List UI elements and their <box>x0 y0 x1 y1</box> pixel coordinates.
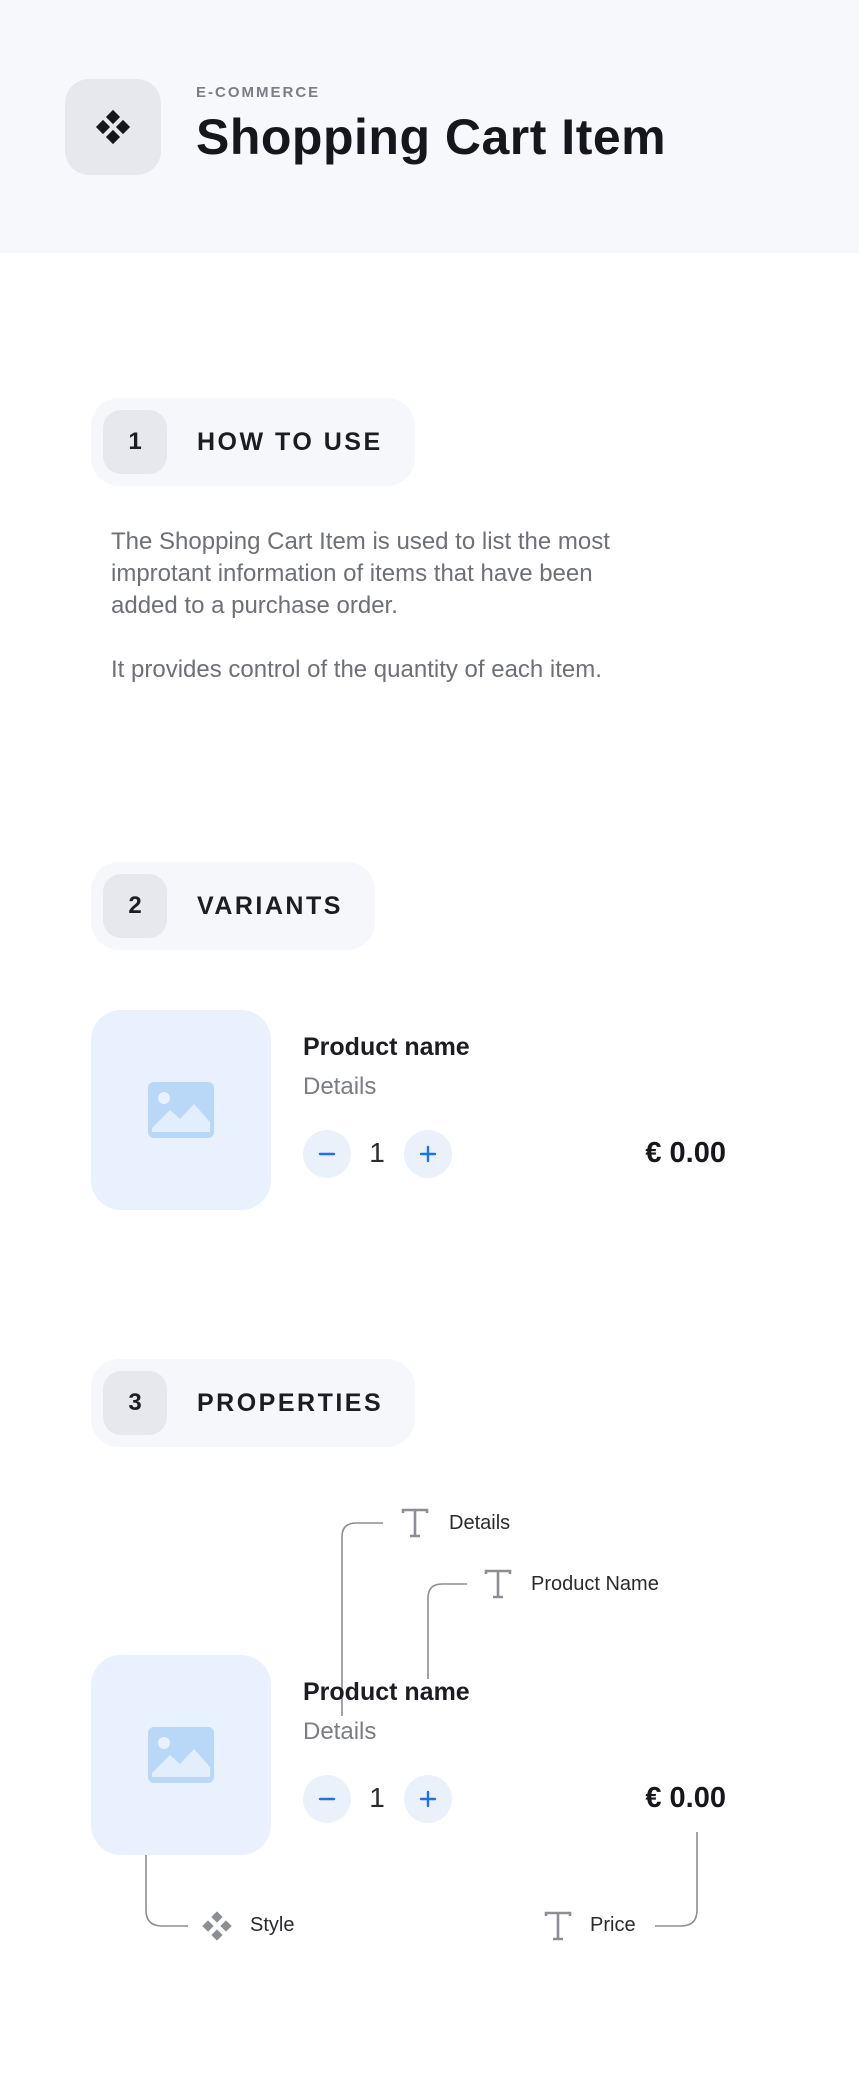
annotation-price-label: Price <box>590 1914 636 1936</box>
product-name: Product name <box>303 1678 470 1706</box>
annotation-details-label: Details <box>449 1512 511 1534</box>
quantity-value: 1 <box>369 1782 385 1813</box>
product-details: Details <box>303 1718 377 1745</box>
increase-quantity-button[interactable] <box>404 1775 452 1823</box>
plus-icon <box>419 1790 437 1808</box>
component-diamond-icon <box>202 1911 232 1941</box>
minus-icon <box>318 1797 336 1801</box>
text-type-icon <box>484 1569 512 1599</box>
annotation-product-name-label: Product Name <box>531 1573 659 1595</box>
product-thumbnail <box>91 1655 271 1855</box>
image-placeholder-icon <box>148 1727 214 1783</box>
text-type-icon <box>544 1911 572 1941</box>
annotation-style-label: Style <box>250 1914 295 1936</box>
text-type-icon <box>401 1508 429 1538</box>
item-price: € 0.00 <box>645 1782 726 1814</box>
decrease-quantity-button[interactable] <box>303 1775 351 1823</box>
